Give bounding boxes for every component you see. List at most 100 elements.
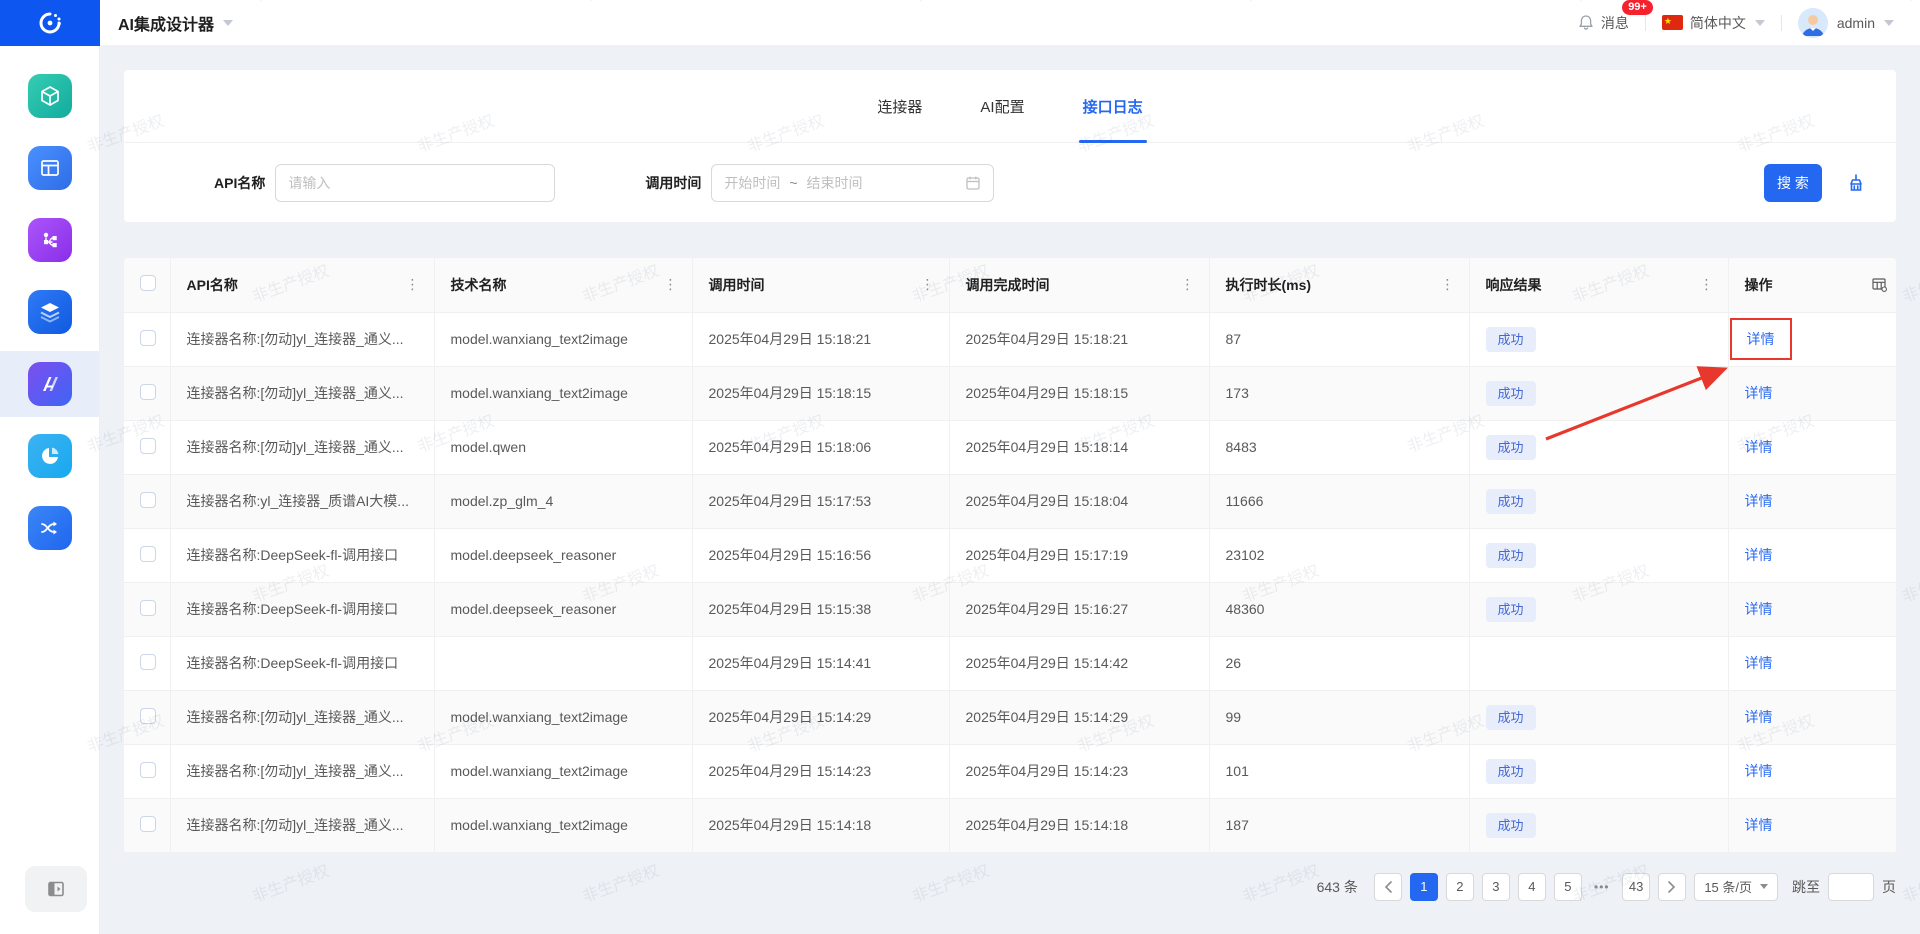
cell-call-time: 2025年04月29日 15:14:18 [692,798,949,852]
cell-api-name: 连接器名称:[勿动]yl_连接器_通义... [170,690,434,744]
page-button-3[interactable]: 3 [1482,873,1510,901]
header-api-name: API名称 [187,275,238,295]
sidebar-item-ai-designer[interactable] [0,351,99,417]
detail-link[interactable]: 详情 [1745,439,1773,455]
avatar[interactable] [1798,8,1828,38]
calendar-icon [965,175,981,191]
column-menu-icon[interactable]: ⋮ [1181,276,1195,293]
row-checkbox[interactable] [140,654,156,670]
sidebar-item-analytics[interactable] [0,423,99,489]
page-button-5[interactable]: 5 [1554,873,1582,901]
page-button-2[interactable]: 2 [1446,873,1474,901]
detail-link[interactable]: 详情 [1745,493,1773,509]
cell-tech-name: model.wanxiang_text2image [434,366,692,420]
cell-duration: 23102 [1209,528,1469,582]
next-page-button[interactable] [1658,873,1686,901]
detail-link[interactable]: 详情 [1745,817,1773,833]
column-menu-icon[interactable]: ⋮ [921,276,935,293]
table-row: 连接器名称:[勿动]yl_连接器_通义... model.wanxiang_te… [124,798,1896,852]
china-flag-icon: ★ [1662,15,1683,30]
table-header-row: API名称⋮ 技术名称⋮ 调用时间⋮ 调用完成时间⋮ 执行时长(ms)⋮ 响应结… [124,258,1896,312]
column-menu-icon[interactable]: ⋮ [1700,276,1714,293]
sidebar-collapse-button[interactable] [25,866,87,912]
chevron-left-icon [1384,881,1392,893]
tab-bar: 连接器 AI配置 接口日志 [124,70,1896,143]
row-checkbox[interactable] [140,708,156,724]
row-checkbox[interactable] [140,816,156,832]
header-actions: 操作 [1745,275,1773,295]
clear-filters-icon[interactable] [1846,173,1866,193]
detail-link[interactable]: 详情 [1745,763,1773,779]
page-button-1[interactable]: 1 [1410,873,1438,901]
date-range-picker[interactable]: 开始时间 ~ 结束时间 [711,164,994,202]
row-checkbox[interactable] [140,600,156,616]
cell-tech-name: model.deepseek_reasoner [434,582,692,636]
cell-call-time: 2025年04月29日 15:16:56 [692,528,949,582]
page-size-select[interactable]: 15 条/页 [1694,873,1778,901]
tab-connectors[interactable]: 连接器 [877,70,922,142]
row-checkbox[interactable] [140,330,156,346]
annotation-highlight-box: 详情 [1730,318,1792,360]
sidebar-item-pages[interactable] [0,135,99,201]
sidebar-item-assets[interactable] [0,63,99,129]
cell-duration: 8483 [1209,420,1469,474]
detail-link[interactable]: 详情 [1745,385,1773,401]
ai-icon [28,362,72,406]
jump-page-input[interactable] [1828,873,1874,901]
column-settings-icon[interactable] [1871,276,1888,293]
row-checkbox[interactable] [140,438,156,454]
sidebar-item-layers[interactable] [0,279,99,345]
cell-api-name: 连接器名称:DeepSeek-fl-调用接口 [170,582,434,636]
sidebar-item-process[interactable] [0,207,99,273]
language-chevron-down-icon[interactable] [1755,20,1765,26]
end-time-placeholder: 结束时间 [807,173,957,193]
status-badge: 成功 [1486,381,1536,406]
table-row: 连接器名称:[勿动]yl_连接器_通义... model.wanxiang_te… [124,690,1896,744]
row-checkbox[interactable] [140,546,156,562]
filter-card: 连接器 AI配置 接口日志 API名称 调用时间 开始时间 ~ 结束时间 搜 索 [124,70,1896,222]
table-row: 连接器名称:[勿动]yl_连接器_通义... model.wanxiang_te… [124,312,1896,366]
page-button-last[interactable]: 43 [1622,873,1650,901]
detail-link[interactable]: 详情 [1745,547,1773,563]
username-label: admin [1837,15,1875,31]
cell-api-name: 连接器名称:yl_连接器_质谱AI大模... [170,474,434,528]
cell-status-empty [1469,636,1728,690]
column-menu-icon[interactable]: ⋮ [406,276,420,293]
pie-chart-icon [28,434,72,478]
column-menu-icon[interactable]: ⋮ [1441,276,1455,293]
column-menu-icon[interactable]: ⋮ [664,276,678,293]
cell-tech-name: model.wanxiang_text2image [434,312,692,366]
range-separator: ~ [789,175,797,191]
avatar-image [1798,8,1828,38]
cell-finish-time: 2025年04月29日 15:14:18 [949,798,1209,852]
more-pages-ellipsis[interactable]: ••• [1590,880,1614,894]
messages-button[interactable]: 消息 99+ [1578,13,1629,33]
cell-tech-name: model.wanxiang_text2image [434,798,692,852]
row-checkbox[interactable] [140,762,156,778]
title-chevron-down-icon[interactable] [223,20,233,26]
cell-call-time: 2025年04月29日 15:14:23 [692,744,949,798]
cube-icon [28,74,72,118]
flowchart-icon [28,218,72,262]
detail-link[interactable]: 详情 [1745,601,1773,617]
row-checkbox[interactable] [140,492,156,508]
detail-link[interactable]: 详情 [1747,331,1775,347]
select-all-checkbox[interactable] [140,275,156,291]
app-logo[interactable] [0,0,100,46]
tab-ai-config[interactable]: AI配置 [980,70,1024,142]
row-checkbox[interactable] [140,384,156,400]
table-row: 连接器名称:DeepSeek-fl-调用接口 model.deepseek_re… [124,582,1896,636]
pagination: 643 条 1 2 3 4 5 ••• 43 15 条/页 跳至 页 [124,873,1896,901]
prev-page-button[interactable] [1374,873,1402,901]
detail-link[interactable]: 详情 [1745,709,1773,725]
tab-api-logs[interactable]: 接口日志 [1083,70,1143,142]
page-button-4[interactable]: 4 [1518,873,1546,901]
user-chevron-down-icon[interactable] [1884,20,1894,26]
notification-badge: 99+ [1622,0,1653,15]
detail-link[interactable]: 详情 [1745,655,1773,671]
search-button[interactable]: 搜 索 [1764,164,1822,202]
api-name-input[interactable] [275,164,555,202]
cell-tech-name [434,636,692,690]
page-unit-label: 页 [1882,877,1896,897]
sidebar-item-integration[interactable] [0,495,99,561]
